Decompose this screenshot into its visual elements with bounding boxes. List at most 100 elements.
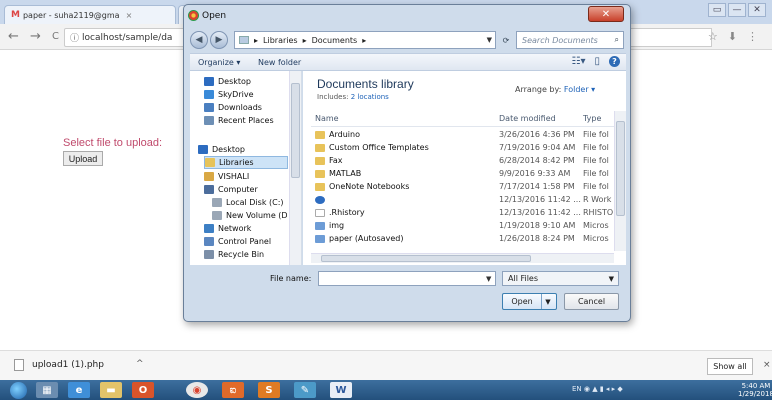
file-row[interactable]: paper (Autosaved) 1/26/2018 8:24 PM Micros xyxy=(311,233,614,246)
tree-item-recent-places[interactable]: Recent Places xyxy=(204,114,274,127)
downloads-close-icon[interactable]: × xyxy=(763,360,771,370)
tab-gmail[interactable]: M paper - suha2119@gma × xyxy=(4,5,176,24)
minimize-icon[interactable]: ▭ xyxy=(708,3,726,17)
new-folder-button[interactable]: New folder xyxy=(258,58,301,67)
file-name-input[interactable] xyxy=(318,271,496,286)
breadcrumb-dropdown-icon[interactable]: ▼ xyxy=(487,36,492,44)
close-window-icon[interactable]: ✕ xyxy=(748,3,766,17)
file-list-horizontal-scrollbar[interactable] xyxy=(311,253,614,263)
tree-item-skydrive[interactable]: SkyDrive xyxy=(204,88,254,101)
toolbar-icons: ☆ ⬇ ⋮ xyxy=(708,30,758,43)
clock[interactable]: 5:40 AM 1/29/2018 xyxy=(738,382,772,398)
tree-item-network[interactable]: Network xyxy=(204,222,251,235)
organize-button[interactable]: Organize ▾ xyxy=(198,58,240,67)
open-button[interactable]: Open ▼ xyxy=(502,293,557,310)
dialog-forward-icon[interactable]: ▶ xyxy=(210,31,228,49)
taskbar-folder-icon[interactable]: ▬ xyxy=(100,382,122,398)
file-row[interactable]: .Rhistory 12/13/2016 11:42 ... RHISTO xyxy=(311,207,614,220)
address-text: localhost/sample/da xyxy=(82,32,173,43)
folder-icon xyxy=(315,144,325,152)
tree-item-local-disk[interactable]: Local Disk (C:) xyxy=(212,196,284,209)
language-indicator[interactable]: EN xyxy=(572,385,582,393)
download-options-icon[interactable]: ^ xyxy=(136,359,144,369)
upload-button[interactable]: Upload xyxy=(63,151,103,166)
tree-item-desktop-root[interactable]: Desktop xyxy=(198,143,245,156)
breadcrumb-documents[interactable]: Documents xyxy=(312,36,358,45)
taskbar-ie-icon[interactable]: e xyxy=(68,382,90,398)
column-header: Name Date modified Type xyxy=(311,111,614,127)
taskbar-office-icon[interactable]: O xyxy=(132,382,154,398)
address-bar[interactable]: ⓘ localhost/sample/da xyxy=(64,28,194,47)
system-tray: EN ◉ ▲ ▮ ◂ ▸ ◆ xyxy=(572,385,623,393)
view-options-icon[interactable]: ☷▾ xyxy=(572,56,586,67)
file-list-vertical-scrollbar[interactable] xyxy=(614,111,626,251)
word-document-icon xyxy=(315,222,325,230)
search-icon: ⌕ xyxy=(614,35,619,44)
taskbar-sublime-icon[interactable]: S xyxy=(258,382,280,398)
start-button-icon[interactable] xyxy=(10,382,27,399)
column-name[interactable]: Name xyxy=(315,114,339,123)
bookmark-star-icon[interactable]: ☆ xyxy=(708,30,718,43)
taskbar-chrome-icon[interactable]: ◉ xyxy=(186,382,208,398)
file-type-filter[interactable]: All Files ▼ xyxy=(502,271,619,286)
tree-item-new-volume[interactable]: New Volume (D xyxy=(212,209,288,222)
refresh-icon[interactable]: ⟳ xyxy=(499,31,513,49)
search-input[interactable]: Search Documents ⌕ xyxy=(516,31,624,49)
tree-scroll-thumb[interactable] xyxy=(291,83,300,178)
arrange-by-dropdown[interactable]: Folder ▾ xyxy=(564,85,595,94)
menu-icon[interactable]: ⋮ xyxy=(747,30,758,43)
tree-item-recycle-bin[interactable]: Recycle Bin xyxy=(204,248,264,261)
file-row[interactable]: img 1/19/2018 9:10 AM Micros xyxy=(311,220,614,233)
tree-item-downloads[interactable]: Downloads xyxy=(204,101,262,114)
horizontal-scroll-thumb[interactable] xyxy=(321,255,531,262)
taskbar-word-icon[interactable]: W xyxy=(330,382,352,398)
word-document-icon xyxy=(315,235,325,243)
file-row[interactable]: OneNote Notebooks 7/17/2014 1:58 PM File f… xyxy=(311,181,614,194)
navigation-pane: Desktop SkyDrive Downloads Recent Places… xyxy=(190,71,302,265)
tree-scrollbar[interactable] xyxy=(289,71,301,265)
open-button-label: Open xyxy=(511,297,533,306)
file-name-dropdown-icon[interactable]: ▼ xyxy=(486,275,491,283)
tree-item-desktop[interactable]: Desktop xyxy=(204,75,251,88)
help-icon[interactable]: ? xyxy=(609,56,620,67)
column-date-modified[interactable]: Date modified xyxy=(499,114,556,123)
cancel-button[interactable]: Cancel xyxy=(564,293,619,310)
file-row[interactable]: Custom Office Templates 7/19/2016 9:04 AM… xyxy=(311,142,614,155)
show-all-button[interactable]: Show all xyxy=(707,358,753,375)
extension-icon[interactable]: ⬇ xyxy=(728,30,737,43)
vertical-scroll-thumb[interactable] xyxy=(616,121,625,216)
tree-item-vishali[interactable]: VISHALI xyxy=(204,170,249,183)
taskbar-app-icon[interactable]: ಐ xyxy=(222,382,244,398)
clock-time: 5:40 AM xyxy=(741,382,771,390)
forward-icon[interactable]: → xyxy=(30,29,44,44)
breadcrumb-libraries[interactable]: Libraries xyxy=(263,36,298,45)
back-icon[interactable]: ← xyxy=(8,29,22,44)
open-dropdown-icon[interactable]: ▼ xyxy=(541,294,554,309)
file-row[interactable]: 12/13/2016 11:42 ... R Work xyxy=(311,194,614,207)
preview-pane-icon[interactable]: ▯ xyxy=(594,56,600,67)
tab-close-icon[interactable]: × xyxy=(126,11,133,20)
folder-icon xyxy=(315,157,325,165)
tree-item-computer[interactable]: Computer xyxy=(204,183,258,196)
restore-icon[interactable]: — xyxy=(728,3,746,17)
open-file-dialog: Open ✕ ◀ ▶ ▸ Libraries ▸ Documents ▸ ▼ ⟳… xyxy=(183,4,631,322)
address-bar-end[interactable] xyxy=(630,28,712,47)
breadcrumb[interactable]: ▸ Libraries ▸ Documents ▸ ▼ xyxy=(234,31,496,49)
tree-item-control-panel[interactable]: Control Panel xyxy=(204,235,271,248)
file-row[interactable]: Arduino 3/26/2016 4:36 PM File fol xyxy=(311,129,614,142)
folder-icon xyxy=(315,131,325,139)
file-row[interactable]: MATLAB 9/9/2016 9:33 AM File fol xyxy=(311,168,614,181)
includes-link[interactable]: 2 locations xyxy=(351,93,389,101)
dialog-close-button[interactable]: ✕ xyxy=(588,6,624,22)
file-row[interactable]: Fax 6/28/2014 8:42 PM File fol xyxy=(311,155,614,168)
taskbar-notepad-icon[interactable]: ✎ xyxy=(294,382,316,398)
taskbar-explorer-icon[interactable]: ▦ xyxy=(36,382,58,398)
user-icon xyxy=(204,172,214,181)
tree-item-libraries[interactable]: Libraries xyxy=(204,156,288,169)
dialog-back-icon[interactable]: ◀ xyxy=(190,31,208,49)
download-item[interactable]: upload1 (1).php xyxy=(14,359,104,371)
folder-icon xyxy=(315,170,325,178)
column-type[interactable]: Type xyxy=(583,114,601,123)
desktop-icon xyxy=(198,145,208,154)
network-icon xyxy=(204,224,214,233)
